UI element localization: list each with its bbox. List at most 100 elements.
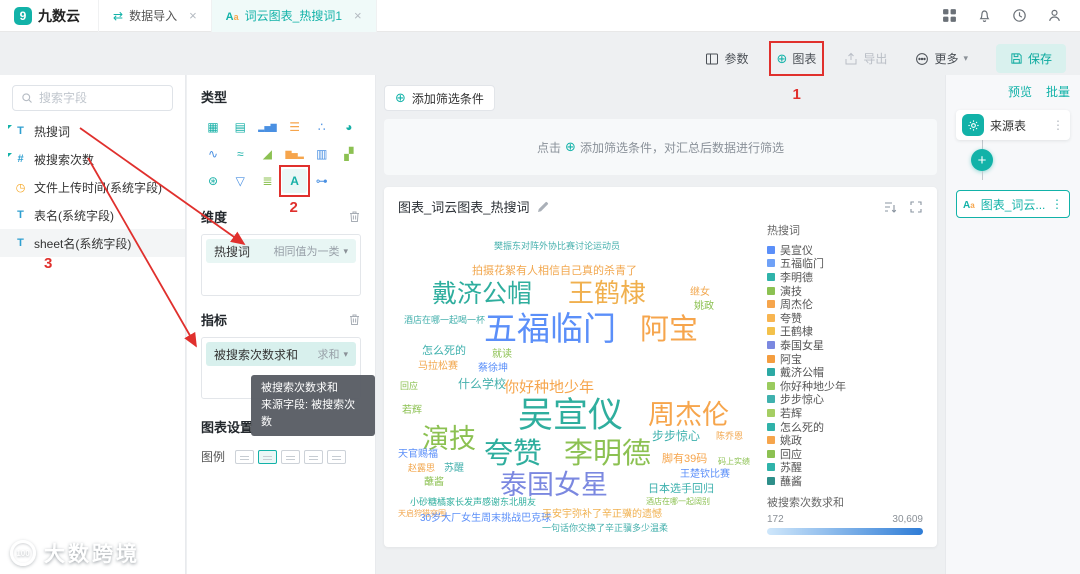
wordcloud-word[interactable]: 樊振东对阵外协比赛讨论运动员: [494, 242, 620, 251]
clear-dimension-trash-icon[interactable]: [348, 210, 361, 223]
filter-hint-panel[interactable]: 点击 ⊕ 添加筛选条件，对汇总后数据进行筛选: [384, 119, 937, 175]
wordcloud-word[interactable]: 蘸酱: [424, 478, 444, 488]
add-filter-button[interactable]: ⊕ 添加筛选条件: [384, 85, 495, 111]
wordcloud-word[interactable]: 码上实绩: [718, 458, 750, 466]
dimension-dropzone[interactable]: 热搜词 相同值为一类 ▾: [201, 234, 361, 296]
batch-link[interactable]: 批量: [1046, 83, 1070, 100]
wordcloud-word[interactable]: 泰国女星: [500, 472, 608, 499]
chart-type-sankey-icon[interactable]: ⊶: [310, 169, 334, 193]
field-item[interactable]: Tsheet名(系统字段): [0, 229, 185, 257]
wordcloud-word[interactable]: 回应: [400, 382, 418, 391]
field-item[interactable]: T 表名(系统字段): [0, 201, 185, 229]
search-input[interactable]: [39, 91, 164, 105]
wordcloud-word[interactable]: 天官赐福: [398, 450, 438, 460]
app-logo[interactable]: 9 九数云: [0, 6, 98, 26]
wordcloud-word[interactable]: 步步惊心: [652, 430, 700, 442]
legend-position-left-option[interactable]: [327, 449, 347, 464]
params-button[interactable]: 参数: [705, 50, 749, 67]
chart-type-column-icon[interactable]: ▇▅▂: [282, 142, 306, 166]
chart-node[interactable]: Aa 图表_词云... ⋮: [956, 190, 1070, 218]
wordcloud-word[interactable]: 夸赞: [484, 440, 542, 469]
source-table-node[interactable]: 来源表 ⋮: [956, 110, 1070, 140]
wordcloud-word[interactable]: 李明德: [564, 440, 651, 469]
wordcloud-word[interactable]: 王鹤棣: [568, 280, 646, 306]
wordcloud-word[interactable]: 苏醒: [444, 464, 464, 474]
wordcloud-word[interactable]: 姚政: [694, 302, 714, 312]
chart-type-area-icon[interactable]: ◢: [255, 142, 279, 166]
wordcloud-word[interactable]: 马拉松赛: [418, 362, 458, 372]
wordcloud-word[interactable]: 怎么死的: [422, 346, 466, 357]
chart-type-bar-horizontal-icon[interactable]: ☰: [282, 115, 306, 139]
chart-type-stacked-icon[interactable]: ▥: [310, 142, 334, 166]
field-item[interactable]: # 被搜索次数: [0, 145, 185, 173]
export-button[interactable]: 导出: [844, 50, 887, 67]
chart-type-bar-icon[interactable]: ▂▅▇: [255, 115, 279, 139]
chart-type-pivot-table-icon[interactable]: ▤: [228, 115, 252, 139]
wordcloud-word[interactable]: 脚有39码: [662, 454, 707, 465]
field-item[interactable]: T 热搜词: [0, 117, 185, 145]
wordcloud-word[interactable]: 陈乔恩: [716, 432, 743, 441]
wordcloud-word[interactable]: 你好种地少年: [504, 380, 594, 395]
dimension-option[interactable]: 相同值为一类: [273, 243, 339, 259]
wordcloud-word[interactable]: 小砂糖橘家长发声感谢东北朋友: [410, 498, 536, 507]
chart-type-radar-icon[interactable]: ⊛: [201, 169, 225, 193]
legend-item[interactable]: 蘸酱: [767, 474, 923, 488]
node-menu-icon[interactable]: ⋮: [1051, 197, 1063, 211]
clear-metric-trash-icon[interactable]: [348, 313, 361, 326]
wordcloud-word[interactable]: 吴宣仪: [518, 398, 623, 433]
wordcloud-word[interactable]: 一句话你交换了辛正骥多少温柔: [542, 524, 668, 533]
user-icon[interactable]: [1047, 8, 1062, 23]
wordcloud-word[interactable]: 若辉: [402, 406, 422, 416]
history-clock-icon[interactable]: [1012, 8, 1027, 23]
wordcloud-word[interactable]: 阿宝: [640, 316, 698, 345]
chart-type-table-icon[interactable]: ▦: [201, 115, 225, 139]
sort-icon[interactable]: [883, 200, 897, 214]
wordcloud-word[interactable]: 王安宇弥补了辛正骥的遗憾: [542, 510, 662, 520]
add-node-button[interactable]: +: [971, 149, 993, 171]
gear-icon[interactable]: [962, 114, 984, 136]
chart-type-curve-icon[interactable]: ≈: [228, 142, 252, 166]
tab-wordcloud-chart[interactable]: Aa 词云图表_热搜词1 ×: [210, 0, 377, 32]
wordcloud-word[interactable]: 王楚钦比赛: [680, 470, 730, 480]
expand-icon[interactable]: [909, 200, 923, 214]
chart-button[interactable]: ⊕ 图表 1: [768, 41, 825, 103]
metric-field-pill[interactable]: 被搜索次数求和 求和 ▾: [206, 342, 356, 366]
chevron-down-icon[interactable]: ▾: [343, 349, 348, 360]
metric-aggregation[interactable]: 求和: [317, 346, 339, 362]
preview-link[interactable]: 预览: [1008, 83, 1032, 100]
wordcloud-word[interactable]: 日本选手回归: [648, 484, 714, 495]
bell-icon[interactable]: [977, 8, 992, 23]
legend-position-right-option[interactable]: [258, 449, 278, 464]
close-tab-icon[interactable]: ×: [189, 8, 197, 23]
legend-position-bottom-option[interactable]: [304, 449, 324, 464]
wordcloud-word[interactable]: 戴济公帽: [432, 282, 532, 307]
search-field-box[interactable]: [12, 85, 173, 111]
wordcloud-word[interactable]: 周杰伦: [648, 402, 729, 429]
wordcloud-word[interactable]: 五福临门: [484, 312, 616, 345]
save-button[interactable]: 保存: [995, 44, 1066, 73]
more-button[interactable]: 更多 ▾: [915, 50, 968, 67]
wordcloud-word[interactable]: 酒店在哪一起喝一杯: [404, 316, 485, 325]
wordcloud-word[interactable]: 拍摄花絮有人相信自己真的杀青了: [472, 266, 637, 277]
chart-type-wordcloud-icon[interactable]: A2: [279, 165, 310, 216]
chart-type-pie-icon[interactable]: ◕: [337, 115, 361, 139]
field-item[interactable]: ◷ 文件上传时间(系统字段): [0, 173, 185, 201]
chevron-down-icon[interactable]: ▾: [343, 246, 348, 257]
apps-grid-icon[interactable]: [942, 8, 957, 23]
edit-title-pencil-icon[interactable]: [537, 201, 549, 213]
wordcloud-word[interactable]: 就读: [492, 350, 512, 360]
wordcloud-word[interactable]: 30岁大厂女生周末挑战巴克球: [420, 514, 551, 524]
wordcloud-word[interactable]: 什么学校: [458, 378, 506, 390]
chart-type-line-icon[interactable]: ∿: [201, 142, 225, 166]
node-menu-icon[interactable]: ⋮: [1052, 118, 1064, 132]
tab-data-import[interactable]: ⇄ 数据导入 ×: [98, 0, 211, 32]
chart-type-combo-icon[interactable]: ▞: [337, 142, 361, 166]
wordcloud-word[interactable]: 赵露思: [408, 464, 435, 473]
legend-position-top-option[interactable]: [281, 449, 301, 464]
wordcloud-word[interactable]: 酒店在哪一起阔别: [646, 498, 710, 506]
wordcloud-word[interactable]: 继女: [690, 288, 710, 298]
close-tab-icon[interactable]: ×: [354, 8, 362, 23]
legend-position-none-option[interactable]: [235, 449, 255, 464]
chart-type-list-icon[interactable]: ≣: [255, 169, 279, 193]
chart-type-funnel-icon[interactable]: ▽: [228, 169, 252, 193]
